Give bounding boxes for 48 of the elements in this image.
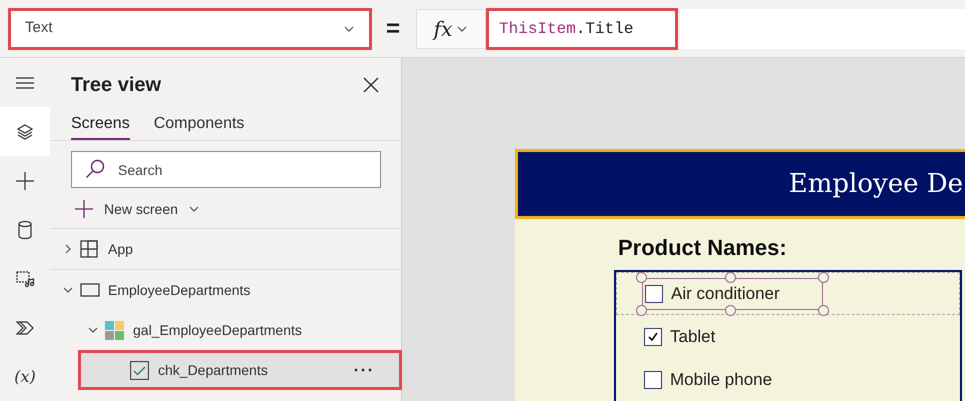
tree-item[interactable]: gal_EmployeeDepartments	[50, 310, 401, 350]
checkbox[interactable]	[645, 284, 663, 302]
checkbox-label: Mobile phone	[670, 368, 772, 391]
tree-item-label: chk_Departments	[158, 360, 268, 380]
app-title: Employee De	[788, 168, 964, 200]
checkbox[interactable]	[644, 370, 662, 388]
tree-item-label: EmployeeDepartments	[108, 280, 250, 300]
tree-item[interactable]: chk_Departments	[78, 350, 402, 390]
gallery-label: Product Names:	[618, 234, 788, 262]
plus-icon	[74, 199, 94, 219]
resize-handle[interactable]	[818, 272, 829, 282]
gallery-checkbox[interactable]: Air conditioner	[642, 278, 823, 310]
resize-handle[interactable]	[724, 272, 736, 282]
search-field[interactable]: Search	[71, 151, 381, 188]
layers-button[interactable]	[0, 107, 50, 156]
checkbox-label: Tablet	[670, 326, 716, 348]
layers-icon	[15, 122, 35, 142]
panel-title: Tree view	[71, 73, 162, 98]
tree-item-label: gal_EmployeeDepartments	[133, 320, 302, 340]
plus-icon	[15, 170, 35, 190]
checkbox-icon	[130, 360, 149, 380]
equals-sign: =	[386, 14, 400, 44]
panel-tab[interactable]: Screens	[71, 112, 130, 140]
fx-button[interactable]: fx	[416, 8, 486, 48]
resize-handle[interactable]	[818, 304, 829, 316]
check-icon	[647, 330, 659, 342]
grid-icon	[80, 240, 98, 258]
gallery-checkbox[interactable]: Tablet	[641, 320, 758, 352]
media-icon	[15, 268, 35, 288]
resize-handle[interactable]	[636, 304, 647, 316]
resize-handle[interactable]	[636, 272, 647, 282]
more-icon[interactable]	[354, 368, 372, 372]
search-icon	[85, 159, 105, 179]
tree-item[interactable]: App	[50, 229, 401, 269]
checkbox[interactable]	[644, 328, 662, 346]
checkbox-label: Air conditioner	[671, 282, 780, 305]
tree-item-label: App	[108, 240, 133, 259]
tree-item[interactable]: EmployeeDepartments	[50, 270, 401, 310]
panel-tab[interactable]: Components	[154, 112, 244, 140]
gallery-icon	[105, 320, 124, 340]
formula-field[interactable]: ThisItem.Title	[486, 8, 678, 50]
new-screen-button[interactable]: New screen	[74, 196, 200, 222]
property-value: Text	[25, 18, 53, 38]
gallery-checkbox[interactable]: Mobile phone	[641, 364, 816, 396]
resize-handle[interactable]	[724, 304, 736, 316]
property-dropdown[interactable]: Text	[8, 8, 372, 50]
screen-icon	[80, 282, 100, 298]
close-icon[interactable]	[363, 77, 379, 93]
